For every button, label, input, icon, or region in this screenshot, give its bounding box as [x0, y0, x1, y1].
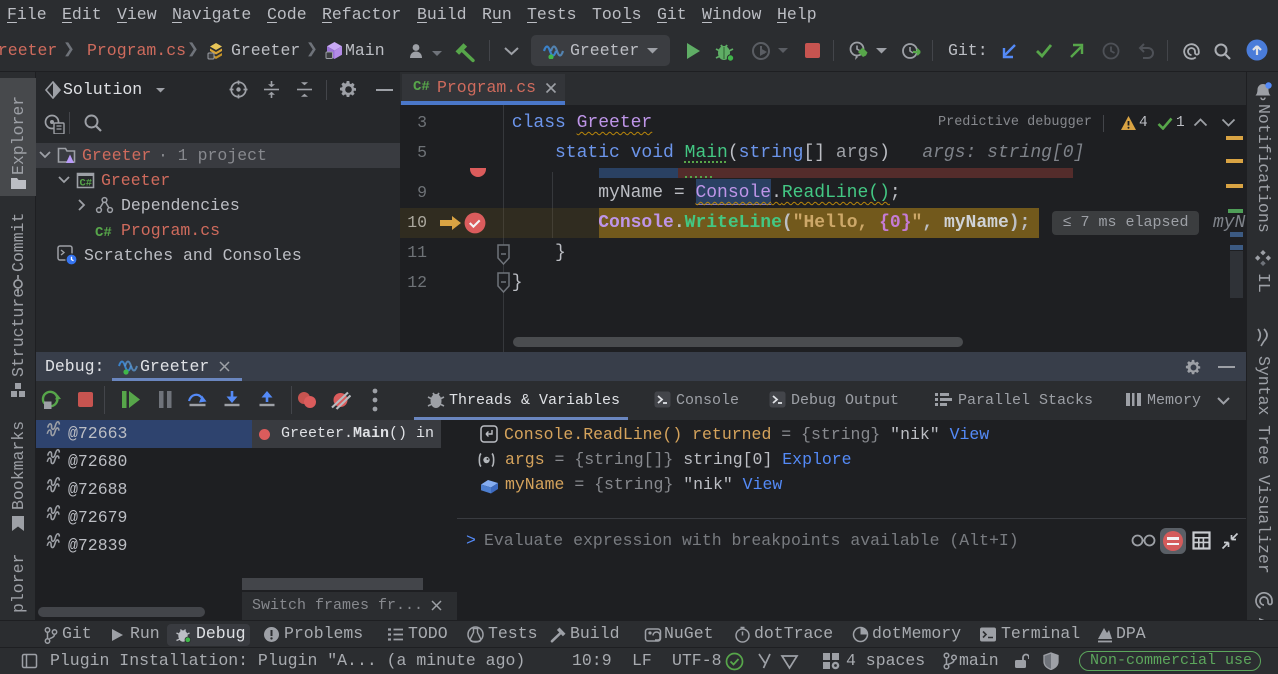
svg-text:C#: C# — [95, 225, 112, 240]
svg-text:C#: C# — [80, 178, 93, 190]
